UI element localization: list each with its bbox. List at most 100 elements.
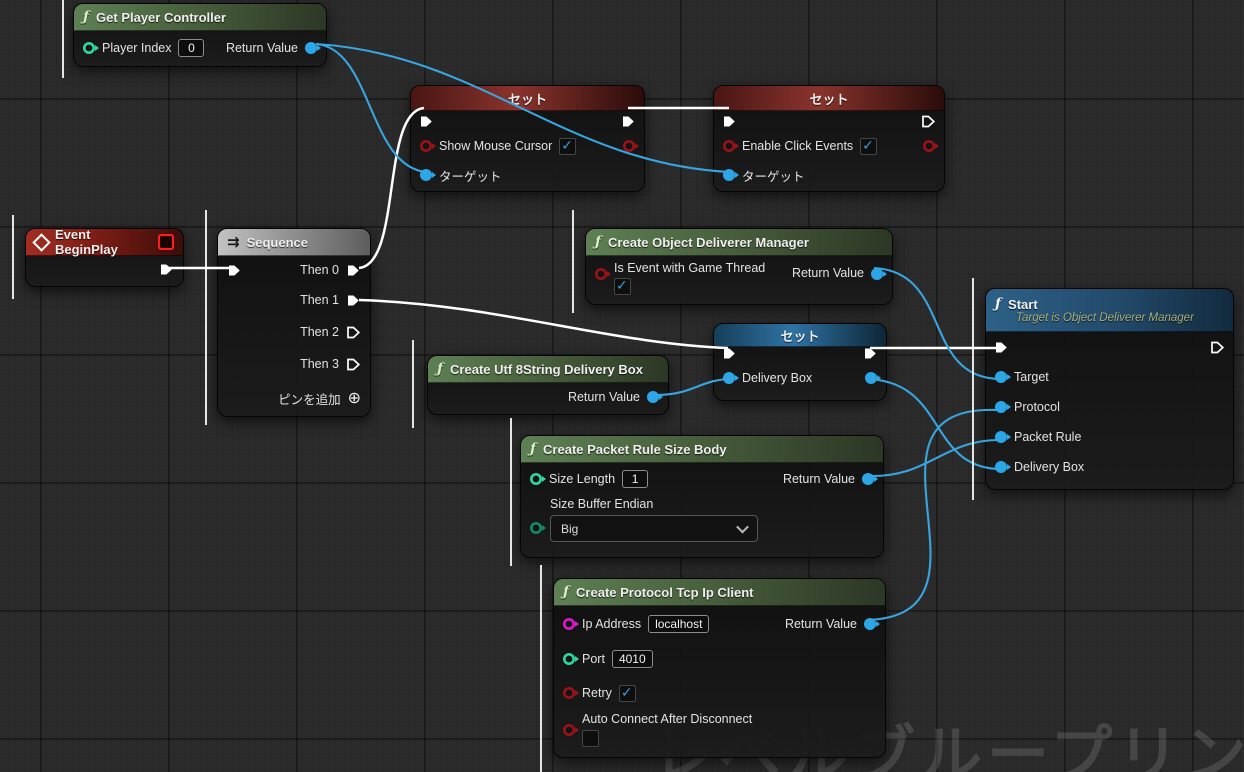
wire-exec-then1-set3[interactable] — [358, 298, 729, 350]
node-header[interactable]: セット — [411, 86, 644, 111]
node-create-object-deliverer-manager[interactable]: ƒ Create Object Deliverer Manager Is Eve… — [585, 228, 893, 305]
pin-enable-click-events-in[interactable] — [723, 140, 739, 152]
pin-target[interactable] — [420, 169, 436, 181]
node-title: Create Packet Rule Size Body — [543, 441, 727, 457]
node-get-player-controller[interactable]: ƒ Get Player Controller Player Index 0 R… — [73, 3, 327, 67]
pin-delivery-box-in[interactable] — [723, 372, 739, 384]
size-buffer-endian-dropdown[interactable]: Big — [550, 515, 758, 542]
node-title: Create Protocol Tcp Ip Client — [576, 584, 754, 600]
event-enabled-indicator[interactable] — [158, 234, 174, 250]
player-index-input[interactable]: 0 — [178, 39, 205, 57]
node-event-beginplay[interactable]: Event BeginPlay — [25, 227, 184, 287]
node-title: Event BeginPlay — [55, 227, 118, 257]
exec-then2-pin[interactable] — [346, 325, 361, 340]
exec-then3-pin[interactable] — [346, 357, 361, 372]
add-pin-icon[interactable]: ⊕ — [348, 388, 361, 408]
node-header[interactable]: Event BeginPlay — [26, 227, 183, 257]
sequence-icon: ⇉ — [227, 234, 240, 251]
pin-enable-click-events-out[interactable] — [923, 140, 939, 152]
node-start[interactable]: ƒ Start Target is Object Deliverer Manag… — [985, 288, 1234, 490]
exec-out-pin[interactable] — [159, 262, 174, 277]
exec-out-pin[interactable] — [921, 114, 936, 129]
pin-target[interactable] — [723, 169, 739, 181]
node-header[interactable]: セット — [714, 324, 886, 347]
node-header[interactable]: ƒ Start Target is Object Deliverer Manag… — [986, 289, 1233, 332]
auto-connect-checkbox[interactable] — [582, 730, 599, 747]
node-title: Create Utf 8String Delivery Box — [450, 361, 643, 377]
pin-is-event-with-game-thread[interactable] — [595, 268, 611, 280]
pin-size-length[interactable] — [530, 473, 546, 485]
node-create-packet-rule-size-body[interactable]: ƒ Create Packet Rule Size Body Size Leng… — [520, 435, 884, 558]
node-set-delivery-box[interactable]: セット Delivery Box — [713, 323, 887, 401]
node-create-utf8string-delivery-box[interactable]: ƒ Create Utf 8String Delivery Box Return… — [427, 355, 669, 415]
size-length-input[interactable]: 1 — [622, 470, 649, 488]
exec-out-pin[interactable] — [863, 346, 878, 361]
pin-delivery-box-out[interactable] — [865, 372, 881, 384]
pin-label: Auto Connect After Disconnect — [582, 712, 753, 726]
pin-retry[interactable] — [563, 687, 579, 699]
pin-return-value[interactable] — [864, 618, 880, 630]
is-event-with-game-thread-checkbox[interactable] — [614, 277, 631, 295]
alignment-guide — [972, 278, 974, 500]
node-set-show-mouse-cursor[interactable]: セット Show Mouse Cursor ターゲット — [410, 85, 645, 192]
node-sequence[interactable]: ⇉ Sequence Then 0 Then 1 Then 2 Then 3 ピ… — [217, 228, 371, 417]
pin-label: Return Value — [782, 472, 855, 486]
pin-port[interactable] — [563, 653, 579, 665]
ip-address-input[interactable]: localhost — [648, 615, 710, 633]
function-icon: ƒ — [595, 234, 602, 250]
pin-size-buffer-endian[interactable] — [530, 522, 546, 534]
pin-label: Player Index — [102, 41, 172, 55]
pin-label: Target — [1014, 370, 1049, 384]
exec-then0-pin[interactable] — [346, 263, 361, 278]
wire-set3-deliverybox[interactable] — [867, 377, 999, 471]
pin-player-index[interactable] — [83, 42, 99, 54]
pin-ip-address[interactable] — [563, 618, 579, 630]
alignment-guide — [205, 210, 207, 425]
retry-checkbox[interactable] — [618, 684, 636, 702]
node-header[interactable]: ƒ Create Utf 8String Delivery Box — [428, 356, 668, 383]
pin-start-packet-rule[interactable] — [995, 431, 1011, 443]
node-header[interactable]: ƒ Get Player Controller — [74, 4, 326, 31]
pin-return-value[interactable] — [871, 268, 887, 280]
pin-start-delivery-box[interactable] — [995, 461, 1011, 473]
pin-label: Enable Click Events — [742, 139, 854, 153]
exec-in-pin[interactable] — [227, 263, 242, 278]
blueprint-graph-canvas[interactable]: レベルブループリント ƒ Get Player Controller Playe… — [0, 0, 1244, 772]
node-header[interactable]: ƒ Create Packet Rule Size Body — [521, 436, 883, 463]
pin-label: Is Event with Game Thread — [614, 261, 766, 275]
node-title: セット — [780, 328, 820, 344]
show-mouse-cursor-checkbox[interactable] — [559, 137, 577, 155]
exec-then1-pin[interactable] — [346, 293, 361, 308]
node-set-enable-click-events[interactable]: セット Enable Click Events ターゲット — [713, 85, 945, 192]
node-header[interactable]: ƒ Create Protocol Tcp Ip Client — [554, 579, 885, 606]
pin-return-value[interactable] — [647, 391, 663, 403]
pin-label: Then 0 — [300, 263, 339, 277]
pin-auto-connect-after-disconnect[interactable] — [563, 724, 579, 736]
pin-label: ターゲット — [742, 169, 805, 184]
exec-in-pin[interactable] — [994, 340, 1009, 355]
pin-label: Return Value — [567, 390, 640, 404]
pin-start-protocol[interactable] — [995, 401, 1011, 413]
pin-start-target[interactable] — [995, 371, 1011, 383]
exec-in-pin[interactable] — [419, 114, 434, 129]
exec-out-pin[interactable] — [1210, 340, 1225, 355]
node-title: Start — [1008, 296, 1038, 312]
node-header[interactable]: ƒ Create Object Deliverer Manager — [586, 229, 892, 256]
node-title: Create Object Deliverer Manager — [608, 234, 809, 250]
pin-show-mouse-cursor-out[interactable] — [623, 140, 639, 152]
dropdown-value: Big — [561, 521, 579, 536]
pin-show-mouse-cursor-in[interactable] — [420, 140, 436, 152]
node-header[interactable]: ⇉ Sequence — [218, 229, 370, 256]
node-create-protocol-tcp-ip-client[interactable]: ƒ Create Protocol Tcp Ip Client Ip Addre… — [553, 578, 886, 758]
add-pin-button[interactable]: ピンを追加 — [278, 389, 341, 408]
wire-packetrule-packetrule[interactable] — [867, 438, 998, 478]
enable-click-events-checkbox[interactable] — [860, 137, 878, 155]
wire-tcpclient-protocol[interactable] — [866, 408, 998, 622]
node-header[interactable]: セット — [714, 86, 944, 111]
pin-return-value[interactable] — [305, 42, 321, 54]
pin-return-value[interactable] — [862, 473, 878, 485]
exec-out-pin[interactable] — [621, 114, 636, 129]
exec-in-pin[interactable] — [722, 114, 737, 129]
exec-in-pin[interactable] — [722, 346, 737, 361]
port-input[interactable]: 4010 — [611, 650, 653, 668]
